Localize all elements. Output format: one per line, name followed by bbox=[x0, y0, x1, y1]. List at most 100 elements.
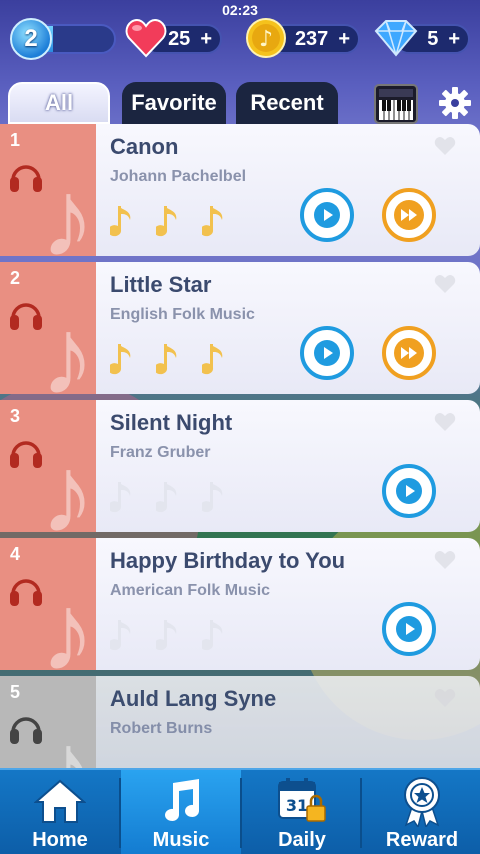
favorite-heart-icon[interactable] bbox=[434, 412, 456, 432]
music-note-watermark-icon: ♪ bbox=[40, 571, 95, 671]
song-star-rating bbox=[108, 618, 228, 659]
add-lives-button[interactable]: + bbox=[200, 28, 212, 51]
nav-daily[interactable]: 31 Daily bbox=[242, 770, 362, 854]
fast-forward-icon bbox=[394, 338, 424, 368]
song-artist: Johann Pachelbel bbox=[110, 168, 247, 185]
calendar-day: 31 bbox=[286, 796, 308, 815]
star-note-icon bbox=[200, 342, 228, 383]
tab-favorite-label: Favorite bbox=[131, 90, 217, 115]
play-button[interactable] bbox=[300, 326, 354, 380]
star-note-icon bbox=[108, 342, 136, 383]
music-note-icon bbox=[154, 775, 208, 827]
song-rank-number: 4 bbox=[10, 544, 21, 564]
nav-daily-label: Daily bbox=[278, 829, 326, 851]
song-row[interactable]: 4 ♪ Happy Birthday to You American Folk … bbox=[0, 538, 480, 670]
play-icon bbox=[314, 202, 340, 228]
star-note-icon bbox=[154, 342, 182, 383]
add-coins-button[interactable]: + bbox=[338, 28, 350, 51]
song-star-rating bbox=[108, 342, 228, 383]
fast-forward-button[interactable] bbox=[382, 188, 436, 242]
nav-home[interactable]: Home bbox=[0, 770, 120, 854]
song-rank-number: 2 bbox=[10, 268, 21, 288]
favorite-heart-icon[interactable] bbox=[434, 274, 456, 294]
music-note-watermark-icon: ♪ bbox=[40, 433, 95, 533]
nav-music[interactable]: Music bbox=[121, 770, 241, 854]
nav-home-label: Home bbox=[32, 829, 88, 851]
song-artist: American Folk Music bbox=[110, 582, 271, 599]
song-rank-panel: 3 ♪ bbox=[0, 400, 96, 532]
favorite-heart-icon[interactable] bbox=[434, 136, 456, 156]
nav-music-label: Music bbox=[152, 829, 210, 851]
tab-favorite[interactable]: Favorite bbox=[122, 82, 226, 124]
song-title: Happy Birthday to You bbox=[110, 548, 346, 573]
headphones-icon bbox=[8, 710, 44, 746]
nav-reward[interactable]: Reward bbox=[362, 770, 480, 854]
star-note-icon bbox=[108, 204, 136, 245]
song-filter-tabs: All Favorite Recent bbox=[8, 82, 472, 124]
music-note-watermark-icon: ♪ bbox=[40, 157, 95, 257]
song-rank-panel: 2 ♪ bbox=[0, 262, 96, 394]
headphones-icon bbox=[8, 158, 44, 194]
song-star-rating bbox=[108, 204, 228, 245]
add-gems-button[interactable]: + bbox=[448, 28, 460, 51]
song-rank-panel: 1 ♪ bbox=[0, 124, 96, 256]
song-card[interactable]: Canon Johann Pachelbel bbox=[96, 124, 480, 256]
level-badge: 2 bbox=[10, 18, 52, 60]
song-artist: Franz Gruber bbox=[110, 444, 211, 461]
song-star-rating bbox=[108, 480, 228, 521]
play-icon bbox=[314, 340, 340, 366]
song-card[interactable]: Happy Birthday to You American Folk Musi… bbox=[96, 538, 480, 670]
settings-gear-icon[interactable] bbox=[436, 84, 474, 122]
song-title: Auld Lang Syne bbox=[110, 686, 277, 711]
play-button[interactable] bbox=[382, 602, 436, 656]
tab-all[interactable]: All bbox=[8, 82, 110, 124]
tab-recent-label: Recent bbox=[250, 90, 324, 115]
gems-value: 5 bbox=[427, 27, 439, 50]
song-title: Little Star bbox=[110, 272, 212, 297]
favorite-heart-icon[interactable] bbox=[434, 550, 456, 570]
calendar-icon: 31 bbox=[275, 775, 329, 827]
favorite-heart-icon[interactable] bbox=[434, 688, 456, 708]
headphones-icon bbox=[8, 296, 44, 332]
star-note-icon bbox=[154, 618, 182, 659]
reward-medal-icon bbox=[395, 775, 449, 827]
home-icon bbox=[33, 775, 87, 827]
svg-text:♪: ♪ bbox=[259, 27, 273, 52]
play-icon bbox=[396, 478, 422, 504]
play-icon bbox=[396, 616, 422, 642]
nav-reward-label: Reward bbox=[385, 829, 459, 851]
diamond-icon bbox=[374, 16, 418, 60]
headphones-icon bbox=[8, 572, 44, 608]
song-row[interactable]: 1 ♪ Canon Johann Pachelbel bbox=[0, 124, 480, 256]
star-note-icon bbox=[154, 480, 182, 521]
piano-keyboard-icon[interactable] bbox=[374, 84, 418, 124]
heart-icon bbox=[124, 16, 168, 60]
song-row[interactable]: 2 ♪ Little Star English Folk Music bbox=[0, 262, 480, 394]
song-rank-number: 5 bbox=[10, 682, 21, 702]
song-row[interactable]: 3 ♪ Silent Night Franz Gruber bbox=[0, 400, 480, 532]
song-rank-number: 1 bbox=[10, 130, 21, 150]
resource-bar: 2 25 + 237 + ♪ 5 + bbox=[0, 14, 480, 64]
tab-all-label: All bbox=[44, 90, 74, 115]
song-title: Canon bbox=[110, 134, 179, 159]
song-title: Silent Night bbox=[110, 410, 233, 435]
star-note-icon bbox=[200, 618, 228, 659]
song-artist: Robert Burns bbox=[110, 720, 213, 737]
coins-value: 237 bbox=[294, 27, 329, 50]
headphones-icon bbox=[8, 434, 44, 470]
play-button[interactable] bbox=[300, 188, 354, 242]
star-note-icon bbox=[108, 618, 136, 659]
tab-recent[interactable]: Recent bbox=[236, 82, 338, 124]
star-note-icon bbox=[200, 480, 228, 521]
song-artist: English Folk Music bbox=[110, 306, 255, 323]
bottom-navigation: Home Music 31 Daily Reward bbox=[0, 768, 480, 854]
play-button[interactable] bbox=[382, 464, 436, 518]
song-rank-panel: 4 ♪ bbox=[0, 538, 96, 670]
coin-icon: ♪ bbox=[244, 16, 288, 60]
star-note-icon bbox=[200, 204, 228, 245]
song-card[interactable]: Silent Night Franz Gruber bbox=[96, 400, 480, 532]
fast-forward-button[interactable] bbox=[382, 326, 436, 380]
fast-forward-icon bbox=[394, 200, 424, 230]
star-note-icon bbox=[108, 480, 136, 521]
song-card[interactable]: Little Star English Folk Music bbox=[96, 262, 480, 394]
